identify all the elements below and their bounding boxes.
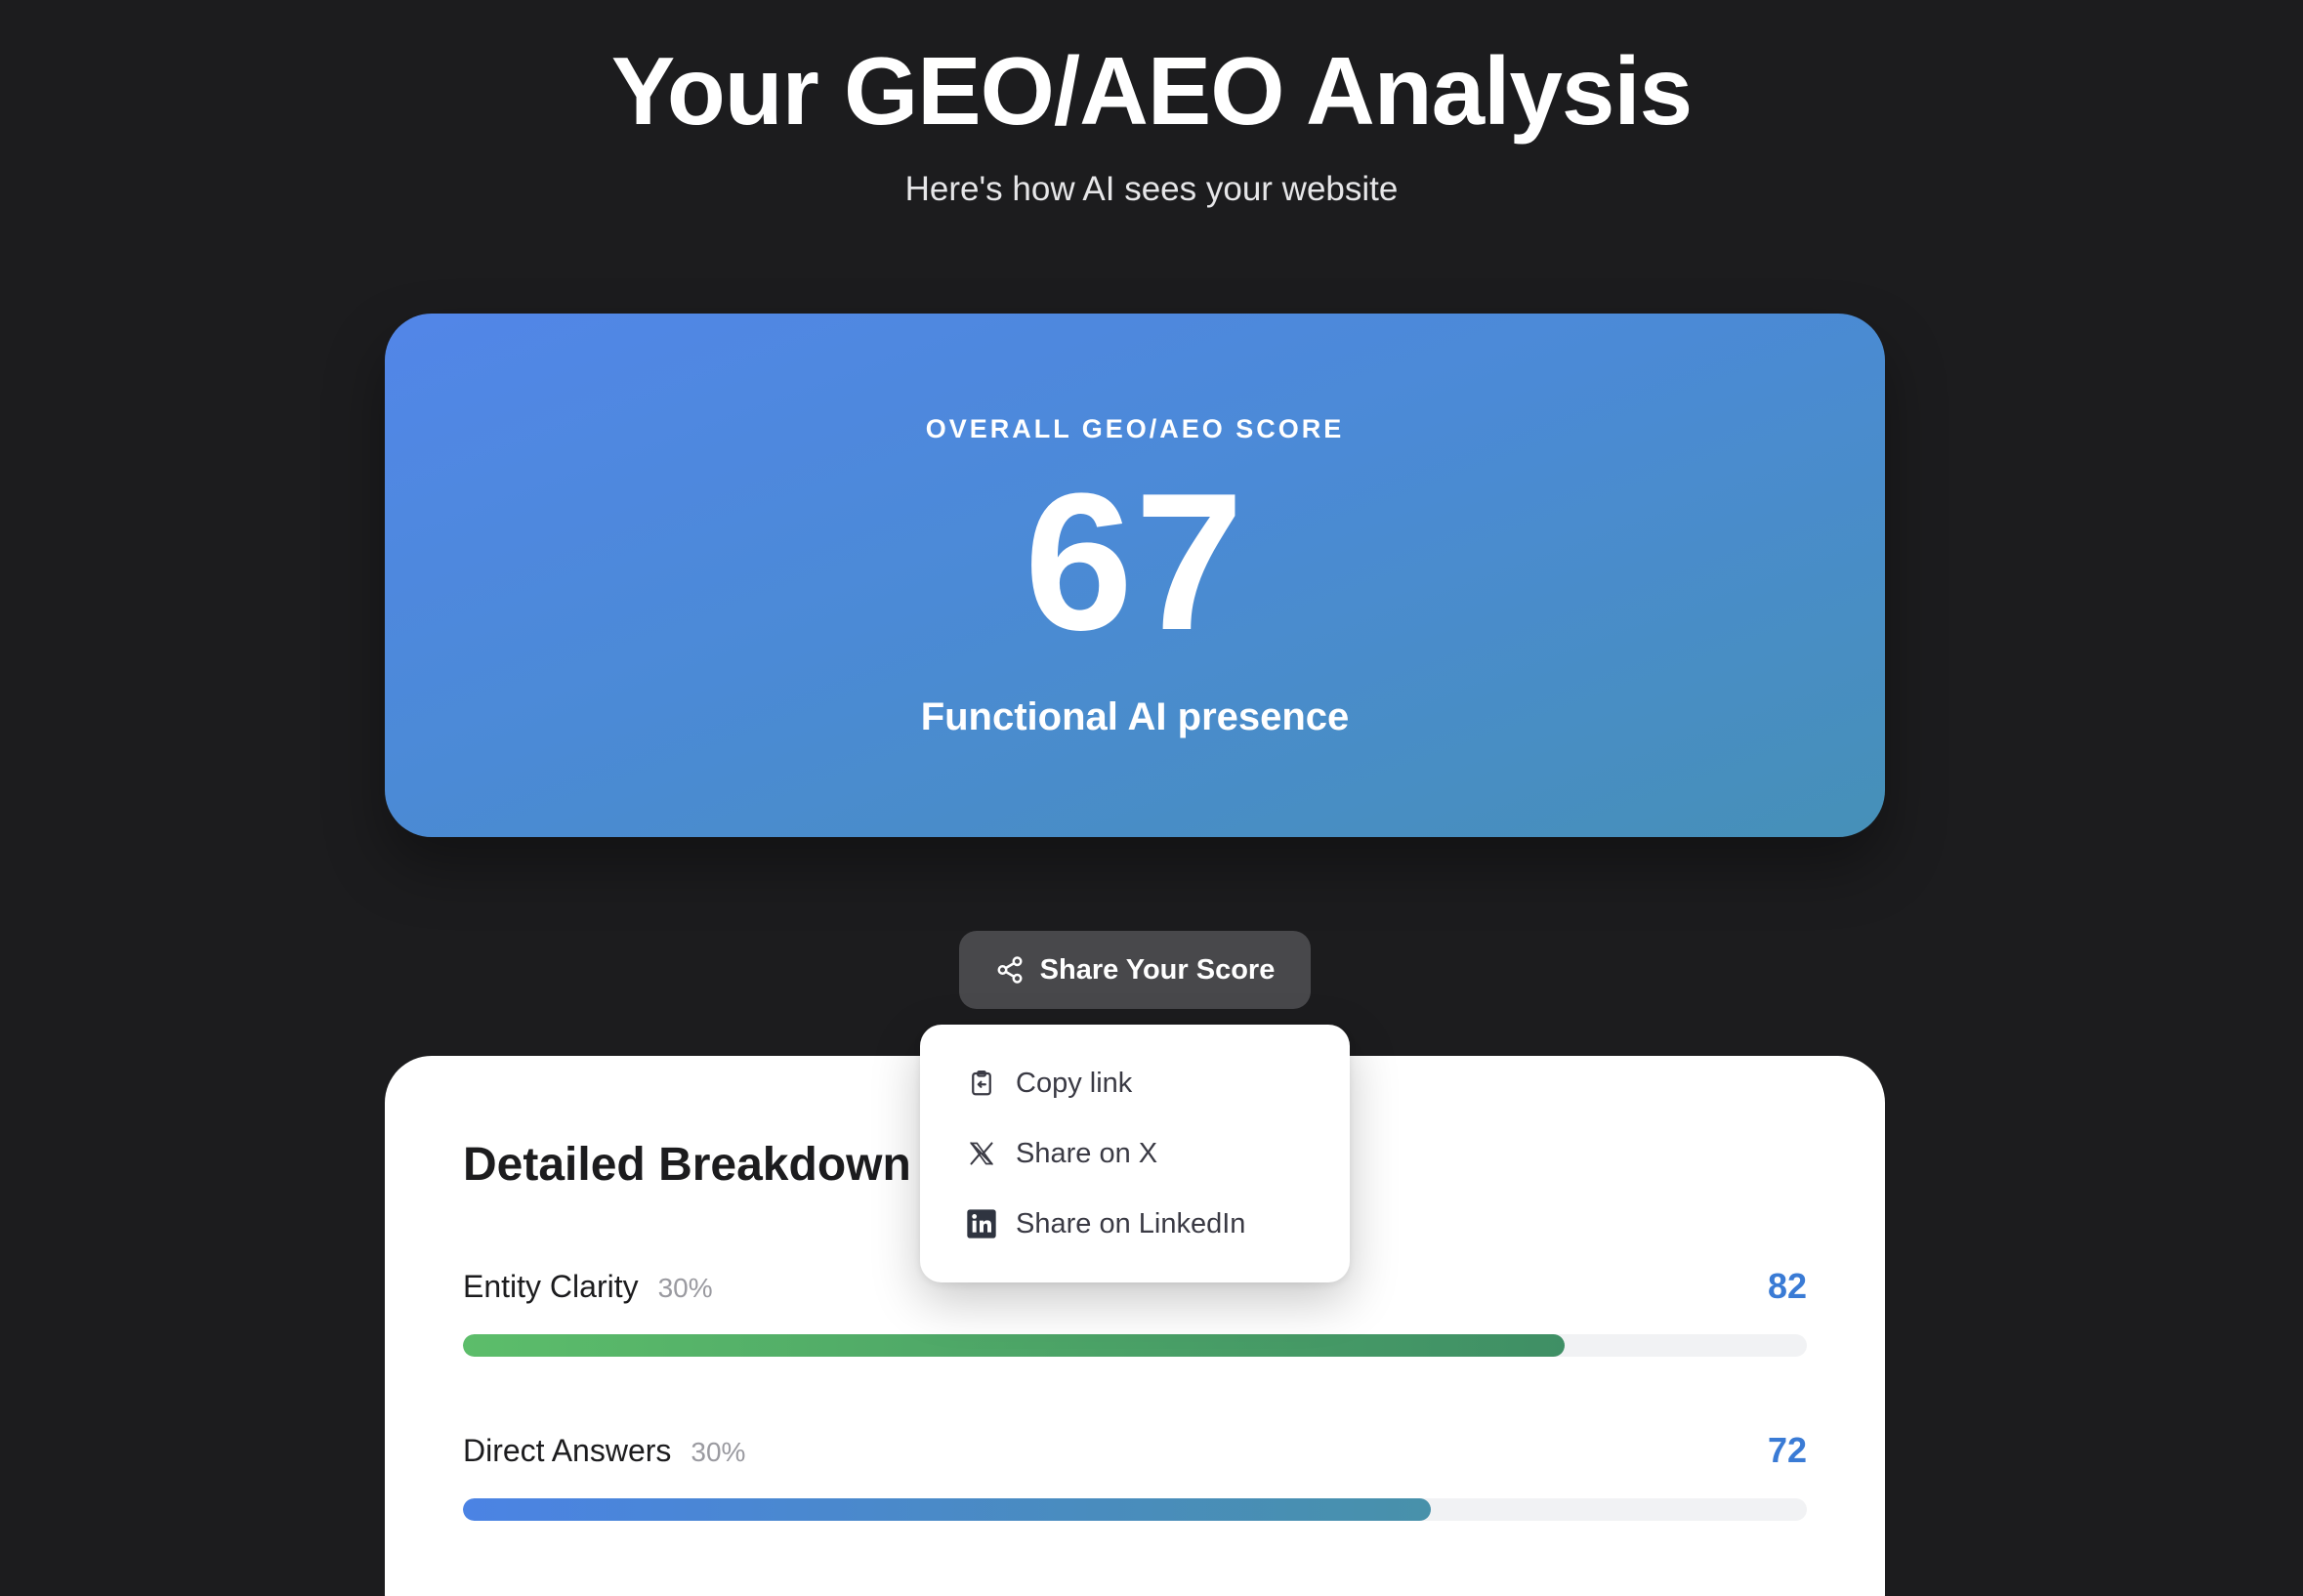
menu-item-share-x[interactable]: Share on X xyxy=(965,1130,1157,1177)
score-description: Functional AI presence xyxy=(920,695,1350,738)
metric-weight: 30% xyxy=(657,1273,713,1303)
progress-bar-fill xyxy=(463,1498,1431,1521)
progress-bar-track xyxy=(463,1498,1807,1521)
progress-bar-fill xyxy=(463,1334,1566,1357)
page-title: Your GEO/AEO Analysis xyxy=(610,37,1693,145)
share-dropdown-menu: Copy link Share on X Share on LinkedIn xyxy=(920,1025,1350,1282)
clipboard-icon xyxy=(965,1067,998,1100)
menu-item-label: Share on LinkedIn xyxy=(1016,1207,1246,1239)
metric-score: 82 xyxy=(1767,1266,1807,1306)
metric-direct-answers: Direct Answers 30% 72 xyxy=(463,1430,1807,1548)
progress-bar-track xyxy=(463,1334,1807,1357)
page: Your GEO/AEO Analysis Here's how AI sees… xyxy=(0,0,2303,1596)
share-icon xyxy=(995,955,1025,985)
metric-entity-clarity: Entity Clarity 30% 82 xyxy=(463,1266,1807,1384)
menu-item-label: Copy link xyxy=(1016,1067,1133,1099)
breakdown-title: Detailed Breakdown xyxy=(463,1139,911,1191)
share-score-button[interactable]: Share Your Score xyxy=(959,931,1311,1009)
score-label: OVERALL GEO/AEO SCORE xyxy=(925,414,1345,443)
x-logo-icon xyxy=(965,1137,998,1170)
metric-name: Entity Clarity xyxy=(463,1269,639,1304)
menu-item-share-linkedin[interactable]: Share on LinkedIn xyxy=(965,1200,1245,1247)
menu-item-copy-link[interactable]: Copy link xyxy=(965,1060,1132,1107)
page-subtitle: Here's how AI sees your website xyxy=(904,170,1399,208)
menu-item-label: Share on X xyxy=(1016,1137,1158,1169)
score-value: 67 xyxy=(1024,453,1246,671)
overall-score-card: OVERALL GEO/AEO SCORE 67 Functional AI p… xyxy=(385,314,1885,837)
metric-weight: 30% xyxy=(691,1437,746,1467)
metric-score: 72 xyxy=(1767,1430,1807,1470)
metric-name: Direct Answers xyxy=(463,1433,672,1468)
linkedin-icon xyxy=(965,1207,998,1240)
share-button-label: Share Your Score xyxy=(1039,953,1276,986)
